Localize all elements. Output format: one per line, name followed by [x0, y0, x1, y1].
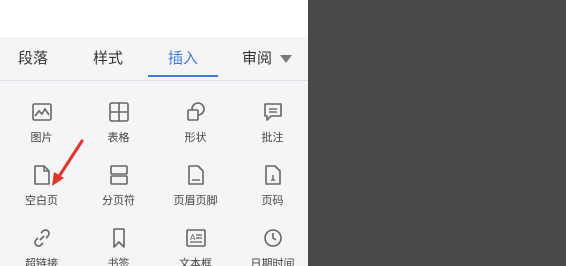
insert-datetime-button[interactable]: 日期时间: [234, 207, 308, 266]
insert-grid: 图片 表格 形状 批注 空白页 分页符 页眉页脚 页码 超链接 书签 A 文本框…: [0, 81, 308, 266]
insert-page-break-button[interactable]: 分页符: [80, 144, 157, 207]
svg-text:A: A: [190, 233, 196, 242]
blank-page-icon: [34, 165, 50, 185]
page-number-icon: [265, 165, 281, 185]
tab-insert[interactable]: 插入: [150, 37, 216, 80]
insert-page-break-label: 分页符: [102, 194, 135, 207]
insert-link-label: 超链接: [25, 257, 58, 266]
insert-textbox-button[interactable]: A 文本框: [157, 207, 234, 266]
link-icon: [34, 229, 50, 247]
tab-style[interactable]: 样式: [75, 37, 141, 80]
insert-table-button[interactable]: 表格: [80, 81, 157, 144]
document-area[interactable]: [0, 0, 308, 37]
insert-panel: 段落 样式 插入 审阅 图片 表格 形状 批注 空白页 分页符 页眉页脚 页码 …: [0, 0, 308, 266]
insert-comment-label: 批注: [261, 131, 284, 144]
active-tab-indicator: [148, 75, 218, 77]
insert-table-label: 表格: [107, 131, 130, 144]
insert-shape-button[interactable]: 形状: [157, 81, 234, 144]
insert-image-label: 图片: [30, 131, 53, 144]
triangle-down-icon: [280, 55, 292, 63]
insert-textbox-label: 文本框: [179, 257, 212, 266]
tab-paragraph[interactable]: 段落: [0, 37, 66, 80]
insert-header-footer-label: 页眉页脚: [173, 194, 218, 207]
insert-page-number-button[interactable]: 页码: [234, 144, 308, 207]
clock-icon: [264, 229, 282, 247]
comment-icon: [264, 103, 282, 121]
insert-image-button[interactable]: 图片: [3, 81, 80, 144]
page-break-icon: [110, 165, 128, 185]
insert-blank-page-label: 空白页: [25, 194, 58, 207]
insert-datetime-label: 日期时间: [250, 257, 295, 266]
header-footer-icon: [188, 165, 204, 185]
insert-comment-button[interactable]: 批注: [234, 81, 308, 144]
tab-review[interactable]: 审阅: [234, 37, 272, 80]
ribbon-tabbar: 段落 样式 插入 审阅: [0, 37, 308, 81]
table-icon: [109, 102, 129, 122]
textbox-icon: A: [186, 229, 206, 247]
image-icon: [32, 103, 52, 121]
insert-bookmark-label: 书签: [107, 257, 130, 266]
more-tabs-button[interactable]: [272, 37, 308, 80]
insert-shape-label: 形状: [184, 131, 207, 144]
insert-link-button[interactable]: 超链接: [3, 207, 80, 266]
insert-blank-page-button[interactable]: 空白页: [3, 144, 80, 207]
bookmark-icon: [113, 228, 125, 248]
insert-page-number-label: 页码: [261, 194, 284, 207]
insert-header-footer-button[interactable]: 页眉页脚: [157, 144, 234, 207]
shape-icon: [187, 102, 205, 121]
insert-bookmark-button[interactable]: 书签: [80, 207, 157, 266]
